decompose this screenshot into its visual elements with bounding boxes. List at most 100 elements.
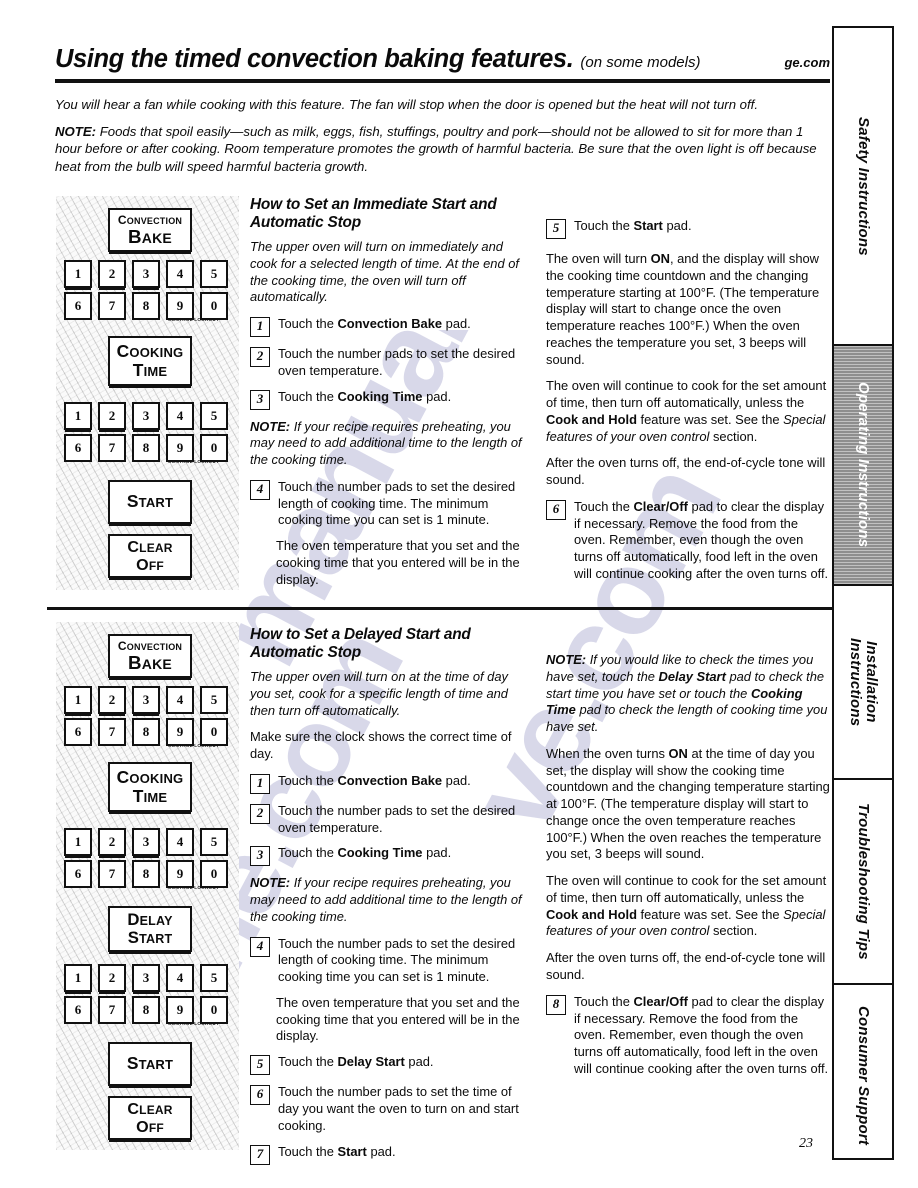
keypad-key-3[interactable]: 3 — [132, 964, 160, 992]
note-label: NOTE: — [55, 123, 97, 139]
keypad-key-7[interactable]: 7 — [98, 434, 126, 462]
oven-on-pre: The oven will turn — [546, 251, 651, 266]
keypad-key-9[interactable]: 9 — [166, 718, 194, 746]
keypad-key-0[interactable]: 0 — [200, 434, 228, 462]
keypad-key-8[interactable]: 8 — [132, 434, 160, 462]
keypad-key-1[interactable]: 1 — [64, 686, 92, 714]
note-text: Foods that spoil easily—such as milk, eg… — [55, 123, 817, 174]
step-item: 5 Touch the Start pad. — [546, 218, 831, 239]
keypad-key-5[interactable]: 5 — [200, 402, 228, 430]
keypad-key-6[interactable]: 6 — [64, 996, 92, 1024]
keypad-key-2[interactable]: 2 — [98, 260, 126, 288]
keypad-key-5[interactable]: 5 — [200, 686, 228, 714]
step-text-post: pad. — [442, 316, 471, 332]
step-text-post: pad. — [442, 772, 471, 788]
tab-operating-instructions[interactable]: Operating Instructions — [834, 346, 892, 586]
step-text-bold: Delay Start — [337, 1054, 405, 1070]
tab-installation-instructions[interactable]: Installation Instructions — [834, 586, 892, 780]
note-text: If your recipe requires preheating, you … — [250, 875, 522, 924]
keypad-key-5[interactable]: 5 — [200, 964, 228, 992]
step-number: 4 — [250, 936, 270, 957]
keypad-key-4[interactable]: 4 — [166, 260, 194, 288]
step-number: 6 — [250, 1085, 270, 1106]
step-number: 1 — [250, 317, 270, 338]
section-1-note: NOTE: If your recipe requires preheating… — [250, 419, 528, 469]
pad-delay-start[interactable]: DELAY START — [108, 906, 192, 952]
section-2-note: NOTE: If your recipe requires preheating… — [250, 875, 528, 925]
note2-e: pad to check the length of cooking time … — [546, 702, 828, 735]
section-1-intro: The upper oven will turn on immediately … — [250, 239, 519, 305]
keypad-key-4[interactable]: 4 — [166, 964, 194, 992]
keypad-key-8[interactable]: 8 — [132, 292, 160, 320]
keypad-key-7[interactable]: 7 — [98, 996, 126, 1024]
step-item: 8 Touch the Clear/Off pad to clear the d… — [546, 994, 831, 1078]
tab-troubleshooting-tips[interactable]: Troubleshooting Tips — [834, 780, 892, 986]
pad-cooking-time[interactable]: COOKING TIME — [108, 762, 192, 812]
keypad-key-4[interactable]: 4 — [166, 402, 194, 430]
pad-clear-line2: OFF — [136, 1117, 164, 1136]
keypad-key-4[interactable]: 4 — [166, 686, 194, 714]
keypad-key-7[interactable]: 7 — [98, 292, 126, 320]
keypad-key-1[interactable]: 1 — [64, 260, 92, 288]
keypad-key-6[interactable]: 6 — [64, 292, 92, 320]
tab-consumer-support[interactable]: Consumer Support — [834, 985, 892, 1166]
page-number: 23 — [799, 1136, 813, 1151]
tab-label: Operating Instructions — [855, 382, 873, 548]
keypad-key-1[interactable]: 1 — [64, 402, 92, 430]
keypad-key-1[interactable]: 1 — [64, 964, 92, 992]
keypad-key-3[interactable]: 3 — [132, 686, 160, 714]
keypad-key-1[interactable]: 1 — [64, 828, 92, 856]
keypad-key-5[interactable]: 5 — [200, 260, 228, 288]
keypad-key-3[interactable]: 3 — [132, 260, 160, 288]
pad-clear-off[interactable]: CLEAR OFF — [108, 1096, 192, 1140]
step-item: 2 Touch the number pads to set the desir… — [250, 346, 528, 380]
keypad-key-0[interactable]: 0 — [200, 718, 228, 746]
keypad-key-0[interactable]: 0 — [200, 292, 228, 320]
tab-safety-instructions[interactable]: Safety Instructions — [834, 28, 892, 347]
pad-convection-bake[interactable]: CONVECTION BAKE — [108, 634, 192, 678]
control-lockout-label: CONTROL LOCKOUT — [168, 743, 220, 748]
keypad-key-5[interactable]: 5 — [200, 828, 228, 856]
keypad-key-9[interactable]: 9 — [166, 292, 194, 320]
pad-convection-bake[interactable]: CONVECTION BAKE — [108, 208, 192, 252]
step-text: Touch the Clear/Off pad to clear the dis… — [574, 499, 831, 583]
keypad-key-0[interactable]: 0 — [200, 860, 228, 888]
step-number: 8 — [546, 994, 566, 1015]
keypad-key-2[interactable]: 2 — [98, 402, 126, 430]
keypad-key-2[interactable]: 2 — [98, 828, 126, 856]
keypad-key-9[interactable]: 9 — [166, 860, 194, 888]
keypad-key-8[interactable]: 8 — [132, 718, 160, 746]
intro-paragraph: You will hear a fan while cooking with t… — [55, 97, 759, 112]
keypad-key-7[interactable]: 7 — [98, 860, 126, 888]
pad-delay-line2: START — [127, 927, 173, 947]
continue-mid: feature was set. See the — [636, 411, 784, 427]
pad-cooking-time-line2: TIME — [132, 786, 168, 806]
pad-clear-off[interactable]: CLEAR OFF — [108, 534, 192, 578]
note-text: If your recipe requires preheating, you … — [250, 418, 522, 468]
keypad-key-3[interactable]: 3 — [132, 402, 160, 430]
keypad-key-9[interactable]: 9 — [166, 996, 194, 1024]
keypad-key-6[interactable]: 6 — [64, 718, 92, 746]
section-1-column-right: 5 Touch the Start pad. The oven will tur… — [546, 218, 831, 592]
continue-mid: feature was set. See the — [636, 906, 784, 922]
keypad-key-8[interactable]: 8 — [132, 996, 160, 1024]
section-1-oven-on-paragraph: The oven will turn ON, and the display w… — [546, 251, 831, 368]
step-item: 2 Touch the number pads to set the desir… — [250, 803, 528, 837]
keypad-key-6[interactable]: 6 — [64, 860, 92, 888]
page-title: Using the timed convection baking featur… — [55, 45, 574, 73]
pad-start[interactable]: START — [108, 480, 192, 524]
keypad-key-4[interactable]: 4 — [166, 828, 194, 856]
step-number: 7 — [250, 1144, 270, 1165]
section-2-column-right: NOTE: If you would like to check the tim… — [546, 652, 831, 1087]
pad-start[interactable]: START — [108, 1042, 192, 1086]
keypad-key-0[interactable]: 0 — [200, 996, 228, 1024]
keypad-key-3[interactable]: 3 — [132, 828, 160, 856]
keypad-key-9[interactable]: 9 — [166, 434, 194, 462]
keypad-key-2[interactable]: 2 — [98, 686, 126, 714]
pad-cooking-time[interactable]: COOKING TIME — [108, 336, 192, 386]
keypad-key-2[interactable]: 2 — [98, 964, 126, 992]
step-item: 4 Touch the number pads to set the desir… — [250, 936, 528, 986]
keypad-key-7[interactable]: 7 — [98, 718, 126, 746]
keypad-key-8[interactable]: 8 — [132, 860, 160, 888]
keypad-key-6[interactable]: 6 — [64, 434, 92, 462]
